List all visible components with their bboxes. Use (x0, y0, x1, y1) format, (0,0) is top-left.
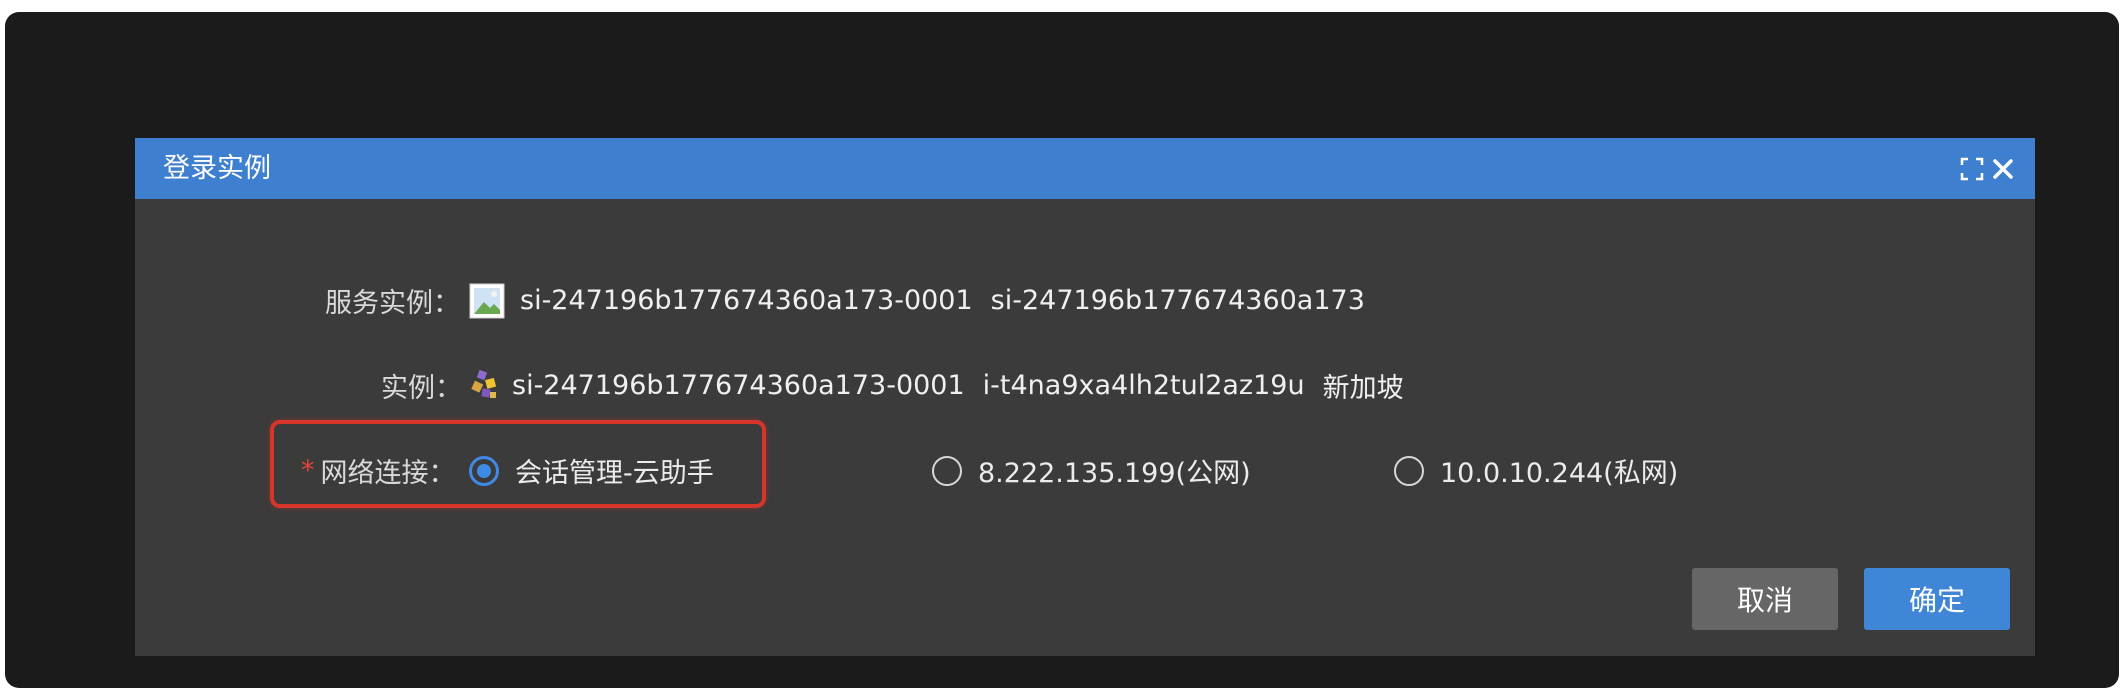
fullscreen-icon[interactable] (1955, 152, 1989, 186)
network-option-label: 10.0.10.244(私网) (1440, 458, 1679, 489)
required-mark: * (301, 455, 315, 486)
network-option-label: 会话管理-云助手 (515, 458, 714, 489)
service-instance-id: si-247196b177674360a173-0001 (520, 285, 973, 316)
service-instance-name: si-247196b177674360a173 (990, 285, 1365, 316)
instance-ecs-id: i-t4na9xa4lh2tul2az19u (982, 370, 1305, 401)
network-connection-label: 网络连接： (320, 458, 456, 489)
instance-label: 实例： (381, 373, 462, 404)
radio-unselected[interactable] (1394, 455, 1424, 486)
radio-selected[interactable] (469, 455, 499, 486)
confirm-button[interactable]: 确定 (1864, 568, 2010, 630)
login-instance-dialog: 登录实例 服务实例： si-247196b177674360a173-0001 … (135, 138, 2035, 656)
network-option-private-ip[interactable]: 10.0.10.244(私网) (1394, 451, 1678, 490)
network-option-public-ip[interactable]: 8.222.135.199(公网) (932, 451, 1251, 490)
instance-row: 实例： si-247196b177674360a173-0001 i-t4na9… (381, 366, 1422, 405)
cancel-button[interactable]: 取消 (1692, 568, 1838, 630)
instance-id: si-247196b177674360a173-0001 (512, 370, 965, 401)
instance-region: 新加坡 (1322, 373, 1404, 404)
radio-unselected[interactable] (932, 455, 962, 486)
close-icon[interactable] (1986, 152, 2020, 186)
network-option-label: 8.222.135.199(公网) (978, 458, 1251, 489)
dialog-title: 登录实例 (163, 153, 271, 184)
dialog-header: 登录实例 (135, 138, 2035, 199)
instance-icon (468, 369, 502, 403)
image-icon (468, 282, 506, 320)
screen-frame: 登录实例 服务实例： si-247196b177674360a173-0001 … (5, 12, 2119, 688)
service-instance-label: 服务实例： (325, 288, 460, 319)
service-instance-row: 服务实例： si-247196b177674360a173-0001 si-24… (325, 281, 1383, 320)
network-connection-label-group: * 网络连接： (301, 451, 456, 490)
network-option-session-manager[interactable]: 会话管理-云助手 (469, 451, 714, 490)
